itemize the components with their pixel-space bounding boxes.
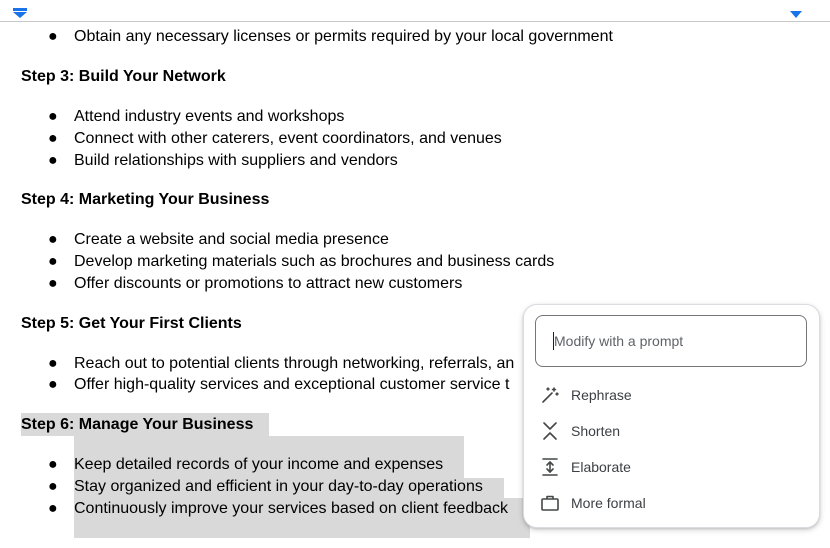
bullet-dot: ●	[48, 231, 58, 248]
bullet-dot: ●	[48, 355, 58, 372]
bullet-dot: ●	[48, 478, 58, 495]
bullet-dot: ●	[48, 152, 58, 169]
more-formal-option[interactable]: More formal	[524, 485, 819, 521]
list-item-text: Offer discounts or promotions to attract…	[74, 275, 463, 292]
bullet-dot: ●	[48, 376, 58, 393]
section-heading[interactable]: Step 3: Build Your Network	[21, 67, 226, 87]
list-item-text: Create a website and social media presen…	[74, 231, 389, 248]
bullet-dot: ●	[48, 275, 58, 292]
text-caret	[553, 332, 554, 350]
section-heading-selected[interactable]: Step 6: Manage Your Business	[21, 415, 253, 435]
elaborate-icon	[540, 457, 560, 477]
list-item-text: Offer high-quality services and exceptio…	[74, 376, 510, 393]
option-label: More formal	[571, 495, 646, 511]
list-item-text: Keep detailed records of your income and…	[74, 456, 444, 473]
bullet-dot: ●	[48, 500, 58, 517]
option-label: Rephrase	[571, 387, 632, 403]
bullet-dot: ●	[48, 253, 58, 270]
list-item-text: Reach out to potential clients through n…	[74, 355, 515, 372]
list-item-text: Obtain any necessary licenses or permits…	[74, 28, 613, 45]
section-heading[interactable]: Step 5: Get Your First Clients	[21, 314, 242, 334]
bullet-dot: ●	[48, 130, 58, 147]
list-item-text: Attend industry events and workshops	[74, 108, 345, 125]
list-item-text: Continuously improve your services based…	[74, 500, 509, 517]
elaborate-option[interactable]: Elaborate	[524, 449, 819, 485]
magic-wand-icon	[540, 385, 560, 405]
horizontal-ruler[interactable]	[0, 0, 830, 22]
option-label: Shorten	[571, 423, 621, 439]
list-item-text: Stay organized and efficient in your day…	[74, 478, 483, 495]
bullet-dot: ●	[48, 456, 58, 473]
bullet-dot: ●	[48, 108, 58, 125]
ai-rewrite-popup: Rephrase Shorten Elaborate	[523, 304, 820, 528]
shorten-icon	[540, 421, 560, 441]
list-item-text: Connect with other caterers, event coord…	[74, 130, 502, 147]
list-item-text: Build relationships with suppliers and v…	[74, 152, 398, 169]
bullet-dot: ●	[48, 28, 58, 45]
section-heading[interactable]: Step 4: Marketing Your Business	[21, 190, 269, 210]
briefcase-icon	[540, 493, 560, 513]
rephrase-option[interactable]: Rephrase	[524, 377, 819, 413]
list-item-text: Develop marketing materials such as broc…	[74, 253, 555, 270]
modify-prompt-input[interactable]	[535, 315, 807, 367]
shorten-option[interactable]: Shorten	[524, 413, 819, 449]
option-label: Elaborate	[571, 459, 631, 475]
